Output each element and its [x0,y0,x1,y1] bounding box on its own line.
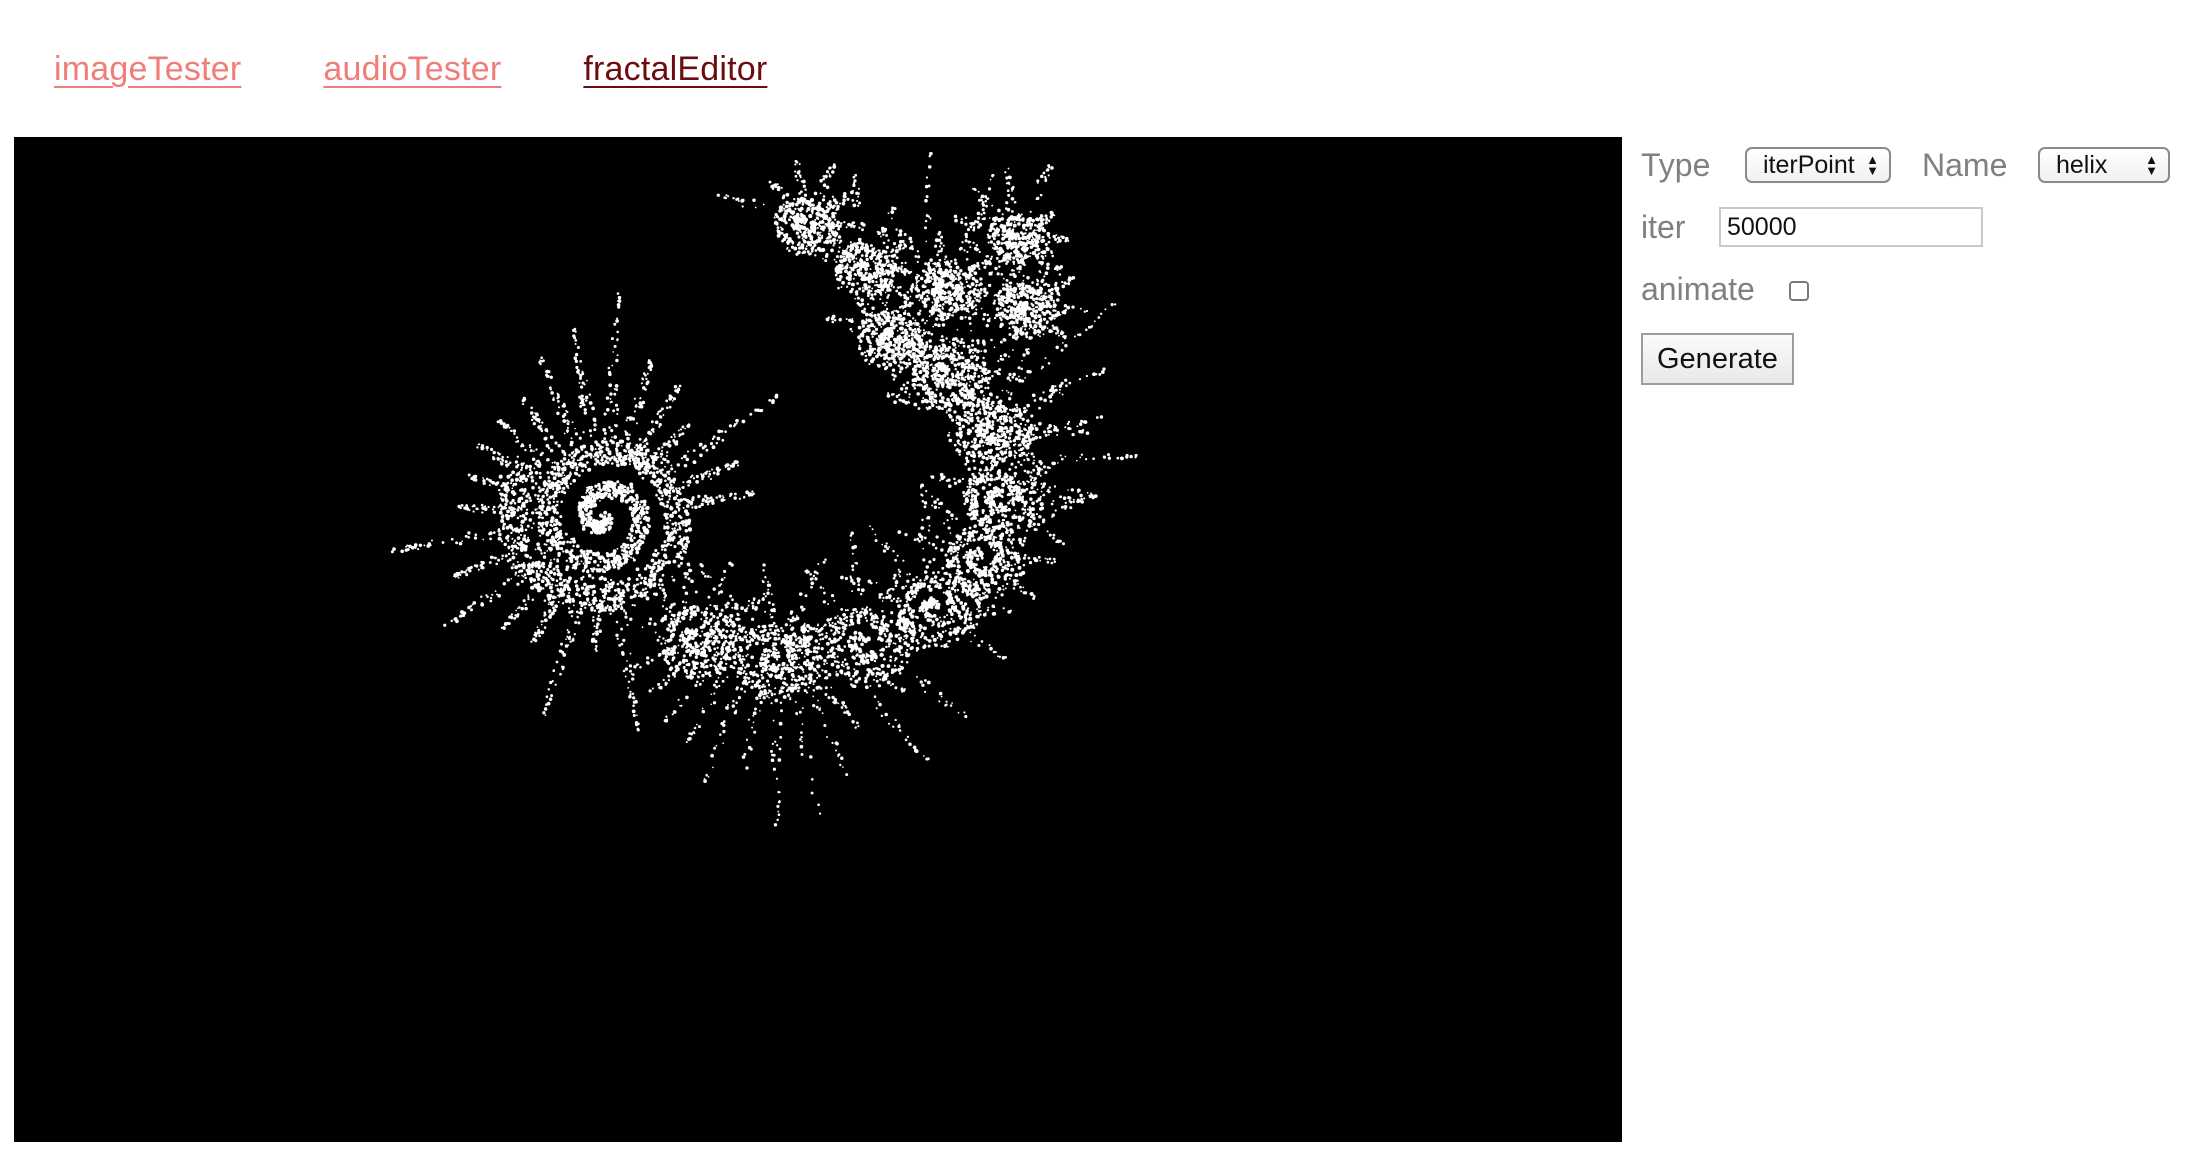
iter-row: iter [1641,199,2181,255]
name-label: Name [1922,146,2008,183]
animate-row: animate [1641,261,2181,317]
fractal-canvas[interactable] [14,137,1622,1142]
select-arrows-icon: ▲ ▼ [1866,152,1879,178]
type-name-row: Type iterPoint ▲ ▼ Name helix ▲ ▼ [1641,137,2181,193]
animate-checkbox[interactable] [1789,281,1809,301]
type-label: Type [1641,146,1711,183]
name-select-value: helix [2056,150,2108,179]
select-arrows-icon: ▲ ▼ [2145,152,2158,178]
nav-link-fractal-editor[interactable]: fractalEditor [583,52,767,86]
animate-label: animate [1641,270,1755,307]
fractal-points [390,151,1138,827]
name-select[interactable]: helix ▲ ▼ [2038,147,2170,183]
generate-button[interactable]: Generate [1641,333,1794,385]
iter-label: iter [1641,208,1686,245]
type-select-value: iterPoint [1763,150,1855,179]
nav-link-image-tester[interactable]: imageTester [54,52,241,86]
type-select[interactable]: iterPoint ▲ ▼ [1745,147,1891,183]
page-root: imageTester audioTester fractalEditor Ty… [0,0,2186,1160]
control-panel: Type iterPoint ▲▼ Name helix ▲▼ iter ani… [1641,137,2181,385]
nav-link-audio-tester[interactable]: audioTester [323,52,501,86]
iter-input[interactable] [1719,207,1983,247]
fractal-render [390,151,1138,827]
top-nav: imageTester audioTester fractalEditor [54,52,767,86]
